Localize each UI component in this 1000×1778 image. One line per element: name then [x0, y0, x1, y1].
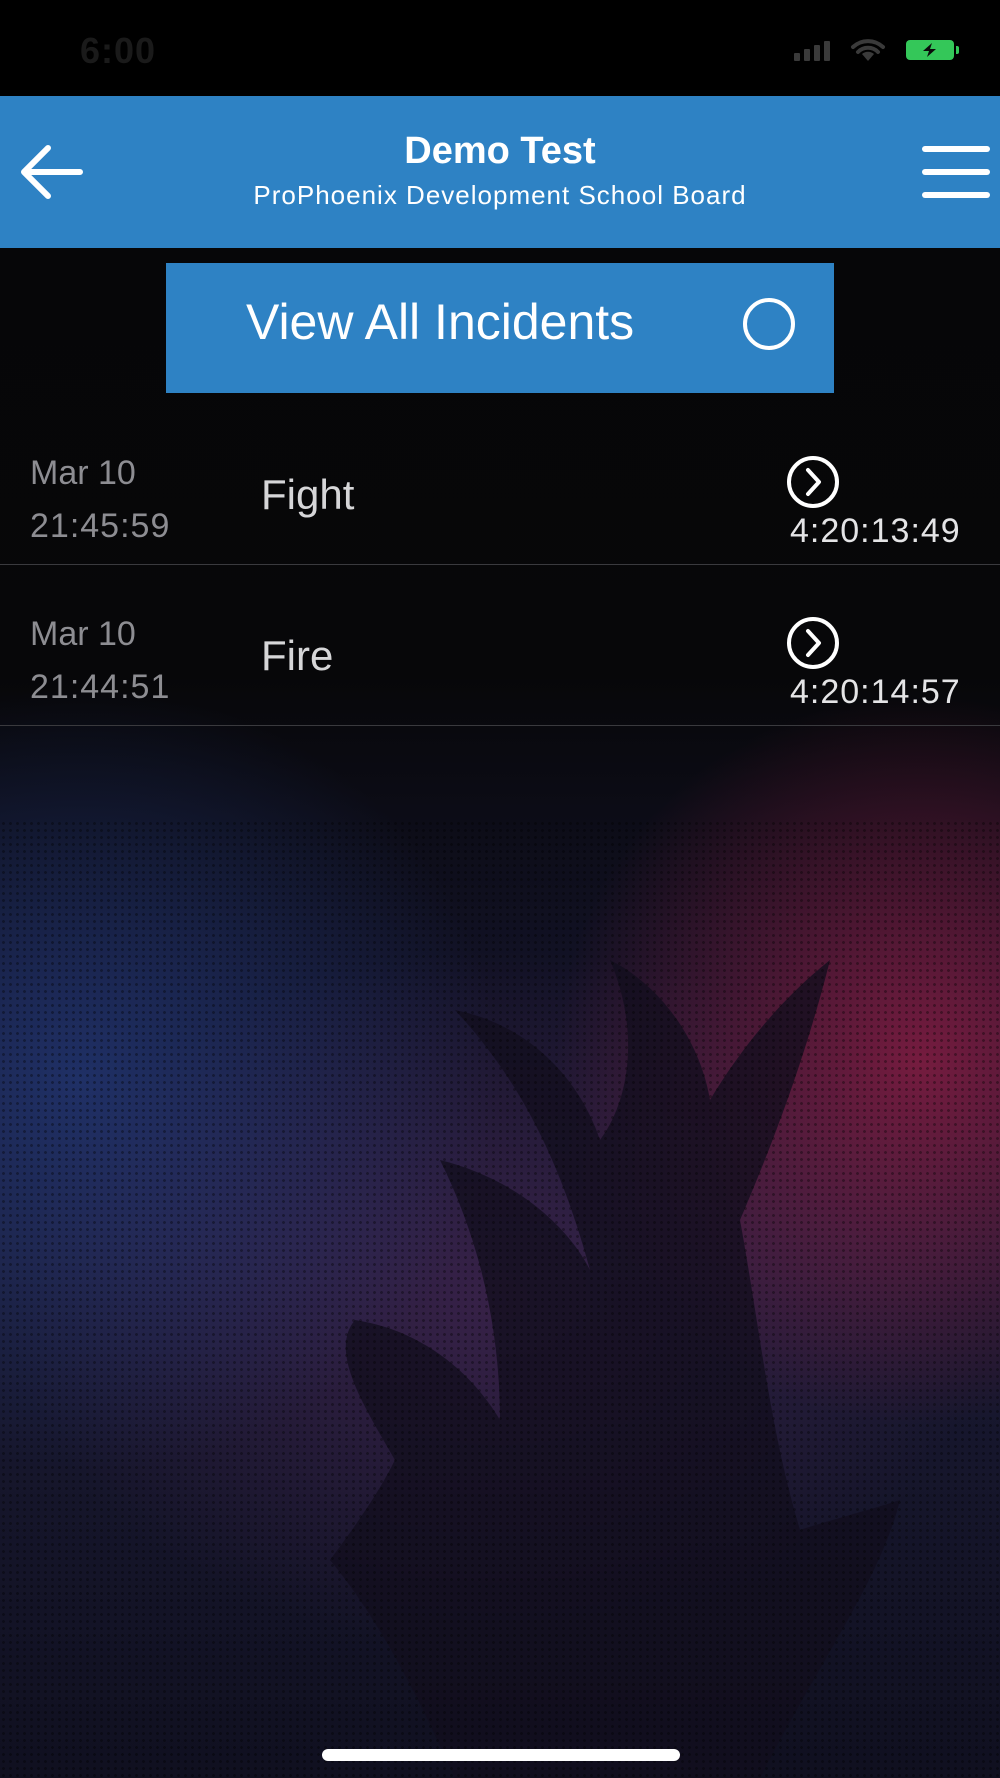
app-header: Demo Test ProPhoenix Development School … — [0, 96, 1000, 248]
incident-elapsed-time: 4:20:14:57 — [790, 673, 961, 711]
menu-button[interactable] — [918, 144, 994, 200]
incident-date: Mar 10 — [30, 615, 136, 653]
page-title: Demo Test — [404, 130, 596, 172]
incident-time: 21:44:51 — [30, 668, 171, 706]
home-indicator[interactable] — [322, 1749, 680, 1761]
incident-list: Mar 10 21:45:59 Fight 4:20:13:49 Mar 10 … — [0, 404, 1000, 726]
incident-date: Mar 10 — [30, 454, 136, 492]
wifi-icon — [851, 39, 885, 61]
status-icons — [794, 38, 959, 62]
status-time: 6:00 — [80, 30, 157, 71]
page-subtitle: ProPhoenix Development School Board — [253, 180, 747, 210]
incident-row[interactable]: Mar 10 21:45:59 Fight 4:20:13:49 — [0, 404, 1000, 565]
incident-elapsed-time: 4:20:13:49 — [790, 512, 961, 550]
app-screen: 6:00 Demo Test ProPhoenix Development Sc… — [0, 0, 1000, 1778]
radio-circle-icon — [743, 298, 795, 350]
incident-type: Fire — [261, 632, 334, 679]
view-all-incidents-label: View All Incidents — [246, 294, 635, 350]
incident-time: 21:45:59 — [30, 507, 171, 545]
view-all-incidents-button[interactable]: View All Incidents — [166, 263, 834, 393]
incident-row[interactable]: Mar 10 21:44:51 Fire 4:20:14:57 — [0, 565, 1000, 726]
background-dot-pattern — [0, 820, 1000, 1778]
signal-icon — [794, 39, 830, 61]
chevron-right-circle-icon[interactable] — [786, 455, 840, 509]
battery-charging-icon — [906, 40, 959, 60]
status-bar: 6:00 — [0, 0, 1000, 96]
incident-type: Fight — [261, 471, 355, 518]
chevron-right-circle-icon[interactable] — [786, 616, 840, 670]
